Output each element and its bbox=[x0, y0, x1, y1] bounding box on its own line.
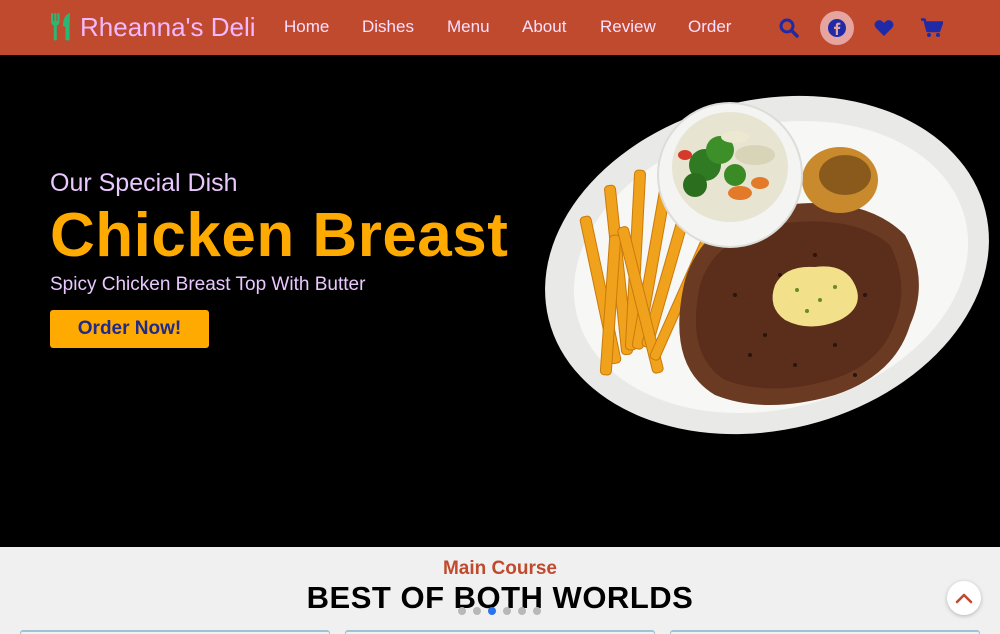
nav-about[interactable]: About bbox=[522, 17, 566, 37]
search-icon bbox=[779, 18, 799, 38]
utensils-icon bbox=[51, 13, 70, 41]
dish-card[interactable] bbox=[670, 630, 980, 634]
wishlist-button[interactable] bbox=[867, 11, 901, 45]
carousel-dots bbox=[458, 607, 541, 615]
nav-dishes[interactable]: Dishes bbox=[362, 17, 414, 37]
cart-icon bbox=[921, 18, 943, 37]
carousel-dot[interactable] bbox=[533, 607, 541, 615]
heart-icon bbox=[874, 20, 894, 36]
carousel-dot[interactable] bbox=[458, 607, 466, 615]
brand-logo[interactable]: Rheanna's Deli bbox=[50, 11, 256, 43]
dish-image bbox=[545, 95, 989, 435]
dish-card[interactable] bbox=[345, 630, 655, 634]
facebook-button[interactable] bbox=[820, 11, 854, 45]
search-button[interactable] bbox=[772, 11, 806, 45]
cart-button[interactable] bbox=[915, 11, 949, 45]
site-header: Rheanna's Deli Home Dishes Menu About Re… bbox=[0, 0, 1000, 55]
hero-title: Chicken Breast bbox=[50, 201, 509, 270]
carousel-dot[interactable] bbox=[518, 607, 526, 615]
dish-card[interactable] bbox=[20, 630, 330, 634]
nav-review[interactable]: Review bbox=[600, 17, 656, 37]
order-now-button[interactable]: Order Now! bbox=[50, 310, 209, 348]
nav-order[interactable]: Order bbox=[688, 17, 731, 37]
hero-subtitle: Our Special Dish bbox=[50, 169, 238, 197]
facebook-icon bbox=[828, 19, 846, 37]
carousel-dot-active[interactable] bbox=[488, 607, 496, 615]
hero-banner: Our Special Dish Chicken Breast Spicy Ch… bbox=[0, 55, 1000, 547]
scroll-top-button[interactable] bbox=[947, 581, 981, 615]
carousel-dot[interactable] bbox=[473, 607, 481, 615]
hero-description: Spicy Chicken Breast Top With Butter bbox=[50, 274, 366, 295]
nav-home[interactable]: Home bbox=[284, 17, 329, 37]
section-label: Main Course bbox=[442, 558, 558, 579]
brand-name: Rheanna's Deli bbox=[80, 11, 256, 42]
chevron-up-icon bbox=[955, 593, 973, 604]
nav-menu[interactable]: Menu bbox=[447, 17, 490, 37]
carousel-dot[interactable] bbox=[503, 607, 511, 615]
